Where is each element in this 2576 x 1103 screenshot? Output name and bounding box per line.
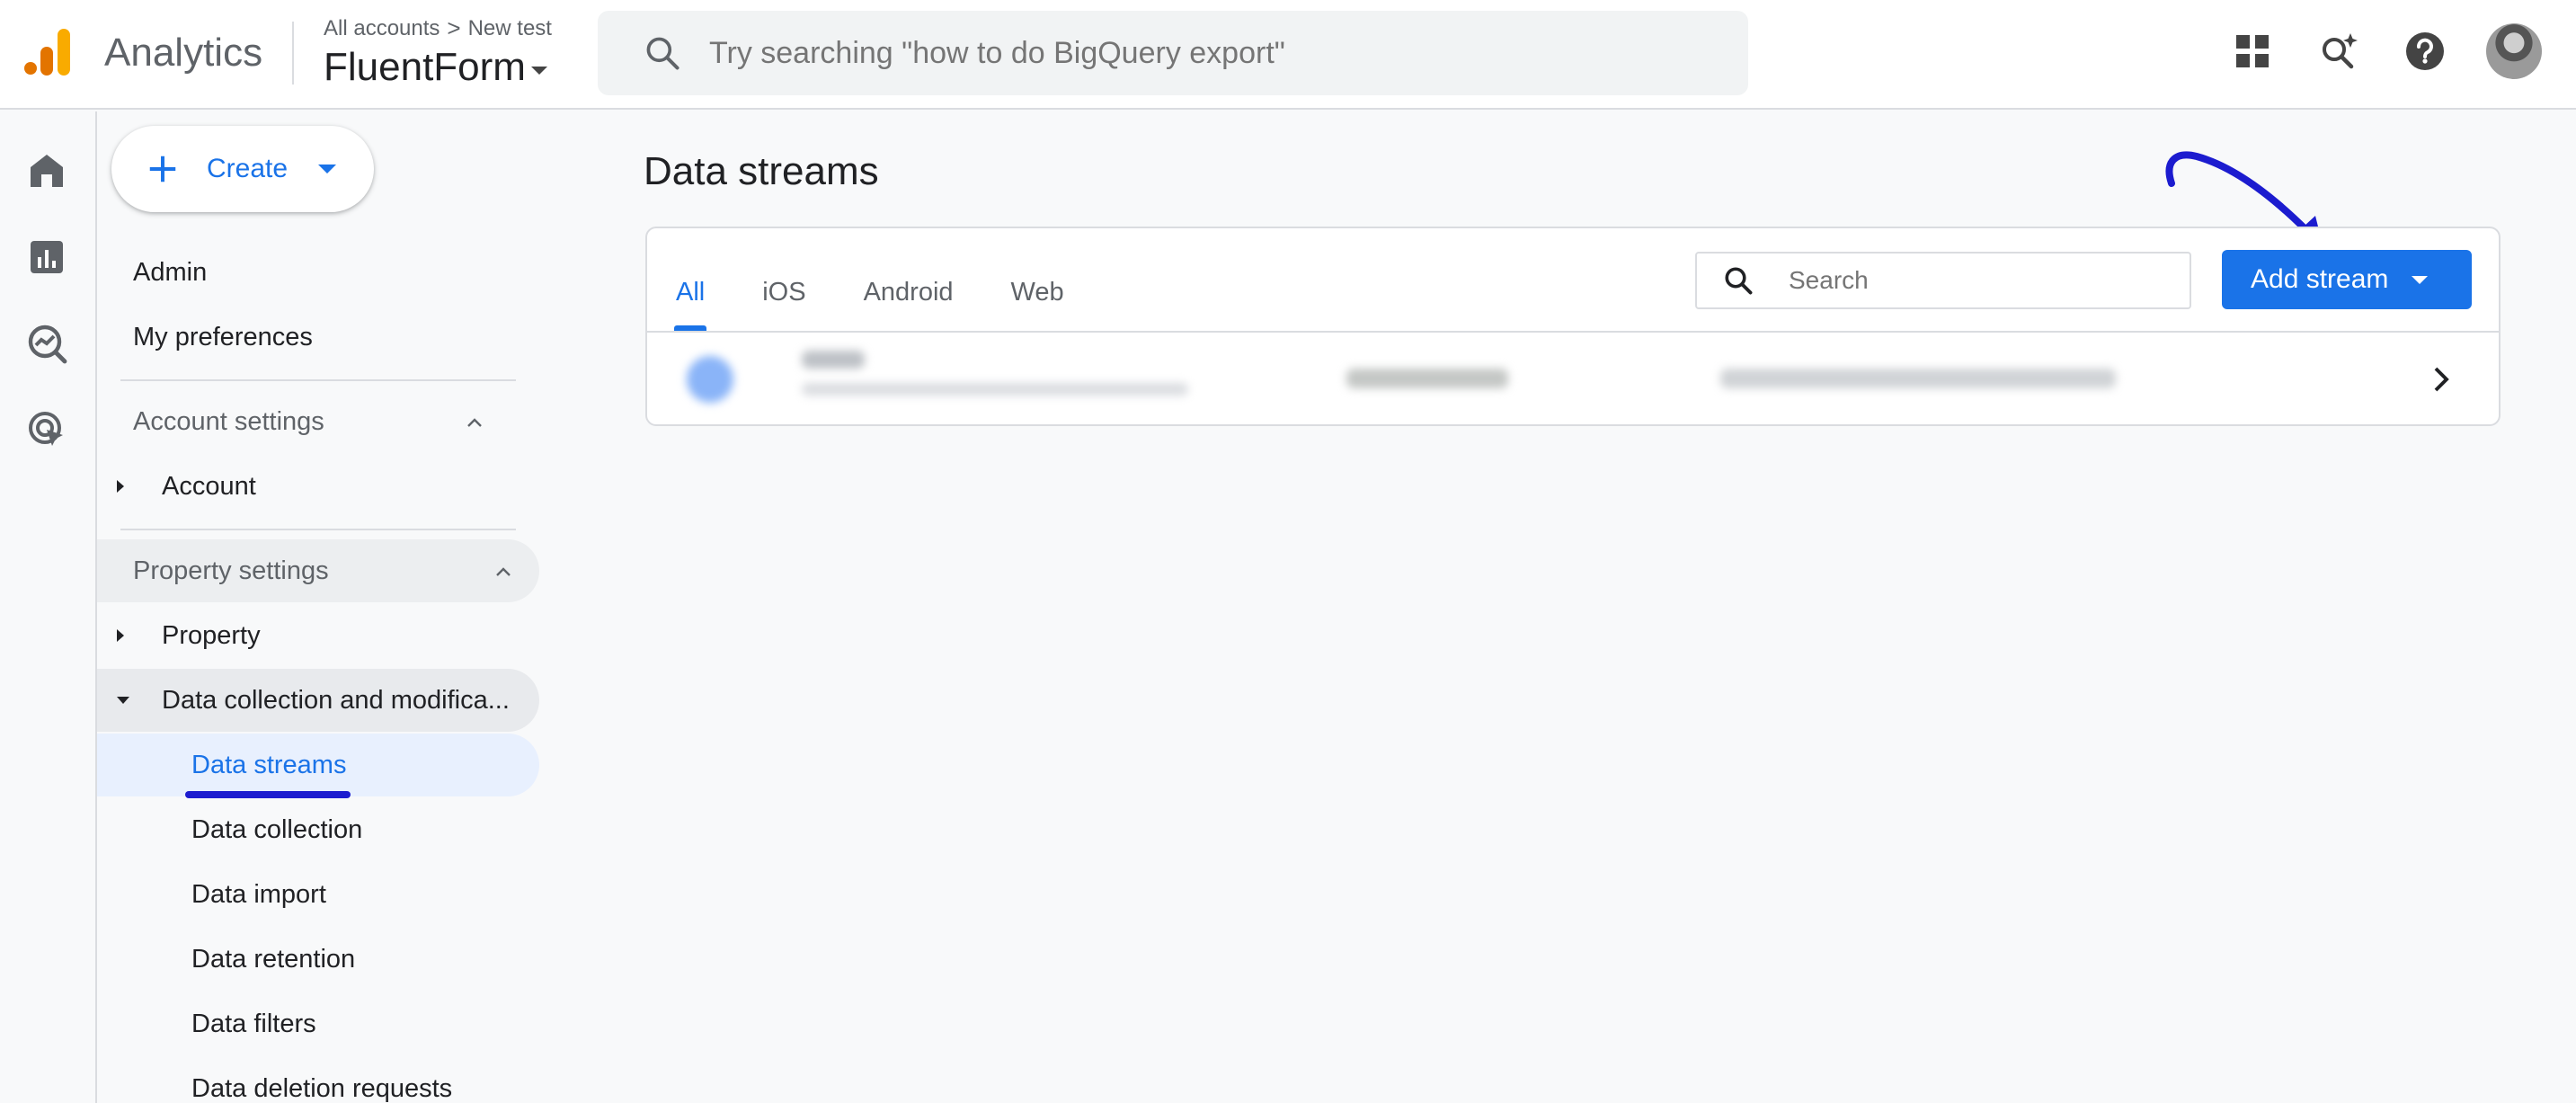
table-row[interactable] — [647, 333, 2499, 426]
sub-item-label: Data retention — [191, 944, 356, 974]
breadcrumb[interactable]: All accounts > New test — [324, 14, 552, 42]
reports-icon[interactable] — [25, 236, 68, 279]
expand-arrow-icon — [117, 480, 124, 493]
redacted-stream-name — [802, 351, 865, 369]
admin-sidebar: Create Admin My preferences Account sett… — [97, 111, 546, 1103]
explore-icon[interactable] — [25, 322, 68, 365]
avatar[interactable] — [2486, 23, 2542, 79]
tab-ios[interactable]: iOS — [733, 228, 834, 331]
create-button[interactable]: Create — [111, 126, 374, 212]
sub-item-data-deletion-requests[interactable]: Data deletion requests — [97, 1057, 546, 1103]
data-streams-card: All iOS Android Web Add stream — [645, 227, 2500, 426]
stream-search-input[interactable] — [1789, 266, 2166, 295]
tab-web[interactable]: Web — [982, 228, 1093, 331]
help-icon[interactable] — [2400, 26, 2450, 76]
sub-item-data-import[interactable]: Data import — [97, 863, 546, 926]
add-stream-button[interactable]: Add stream — [2222, 250, 2472, 309]
sub-item-label: Data filters — [191, 1009, 316, 1038]
left-nav-rail — [0, 111, 97, 1103]
tree-item-data-collection-and-modification[interactable]: Data collection and modifica... — [97, 669, 539, 732]
apps-grid-icon[interactable] — [2227, 26, 2278, 76]
stream-platform-icon — [687, 356, 733, 403]
chevron-down-icon — [2412, 275, 2429, 284]
search-insights-icon[interactable] — [2314, 26, 2364, 76]
search-icon — [1725, 267, 1753, 295]
tree-item-label: Data collection and modifica... — [162, 685, 510, 715]
property-name: FluentForm — [324, 45, 526, 89]
breadcrumb-sub[interactable]: New test — [468, 16, 552, 41]
tab-all[interactable]: All — [647, 228, 733, 331]
breadcrumb-separator: > — [447, 14, 461, 41]
property-settings-header[interactable]: Property settings — [97, 539, 539, 602]
chevron-up-icon — [496, 567, 511, 576]
tab-android[interactable]: Android — [835, 228, 982, 331]
property-settings-title: Property settings — [133, 556, 329, 585]
tree-item-account[interactable]: Account — [97, 455, 546, 518]
sub-item-data-retention[interactable]: Data retention — [97, 928, 546, 991]
divider — [120, 379, 516, 381]
account-settings-header[interactable]: Account settings — [97, 390, 511, 453]
top-actions — [2227, 23, 2542, 79]
chevron-up-icon — [467, 418, 482, 427]
breadcrumb-account[interactable]: All accounts — [324, 16, 440, 41]
chevron-right-icon[interactable] — [2425, 363, 2457, 396]
tree-item-property[interactable]: Property — [97, 604, 546, 667]
annotation-underline — [185, 791, 351, 798]
nav-my-preferences[interactable]: My preferences — [133, 323, 313, 352]
stream-search[interactable] — [1695, 252, 2191, 309]
divider — [120, 529, 516, 530]
sub-item-label: Data import — [191, 879, 326, 909]
collapse-arrow-icon — [117, 697, 129, 704]
account-settings-title: Account settings — [133, 406, 324, 436]
sub-item-data-filters[interactable]: Data filters — [97, 992, 546, 1055]
sub-item-label: Data deletion requests — [191, 1073, 453, 1103]
property-picker[interactable]: FluentForm — [324, 45, 547, 90]
home-icon[interactable] — [25, 149, 68, 192]
global-search-input[interactable] — [709, 35, 1698, 71]
divider — [292, 22, 294, 85]
chevron-down-icon — [318, 165, 337, 173]
redacted-stream-id — [1346, 369, 1508, 388]
nav-admin[interactable]: Admin — [133, 258, 207, 288]
top-app-bar: Analytics All accounts > New test Fluent… — [0, 0, 2576, 110]
add-stream-label: Add stream — [2251, 264, 2389, 294]
redacted-stream-status — [1720, 369, 2116, 388]
page-title: Data streams — [644, 149, 879, 193]
global-search[interactable] — [598, 11, 1748, 95]
expand-arrow-icon — [117, 629, 124, 642]
search-icon — [646, 37, 680, 70]
tree-item-label: Account — [162, 471, 256, 501]
analytics-logo-icon[interactable] — [23, 27, 74, 77]
create-button-label: Create — [207, 154, 289, 183]
redacted-stream-url — [802, 383, 1188, 396]
chevron-down-icon — [530, 66, 547, 75]
sub-item-data-collection[interactable]: Data collection — [97, 798, 546, 861]
plus-icon — [149, 156, 176, 182]
sub-item-label: Data collection — [191, 814, 363, 844]
tree-item-label: Property — [162, 620, 261, 650]
product-name: Analytics — [104, 31, 263, 75]
advertising-icon[interactable] — [25, 408, 68, 451]
sub-item-label: Data streams — [191, 750, 347, 779]
sub-item-data-streams[interactable]: Data streams — [97, 734, 539, 796]
stream-type-tabs: All iOS Android Web — [647, 228, 1093, 331]
